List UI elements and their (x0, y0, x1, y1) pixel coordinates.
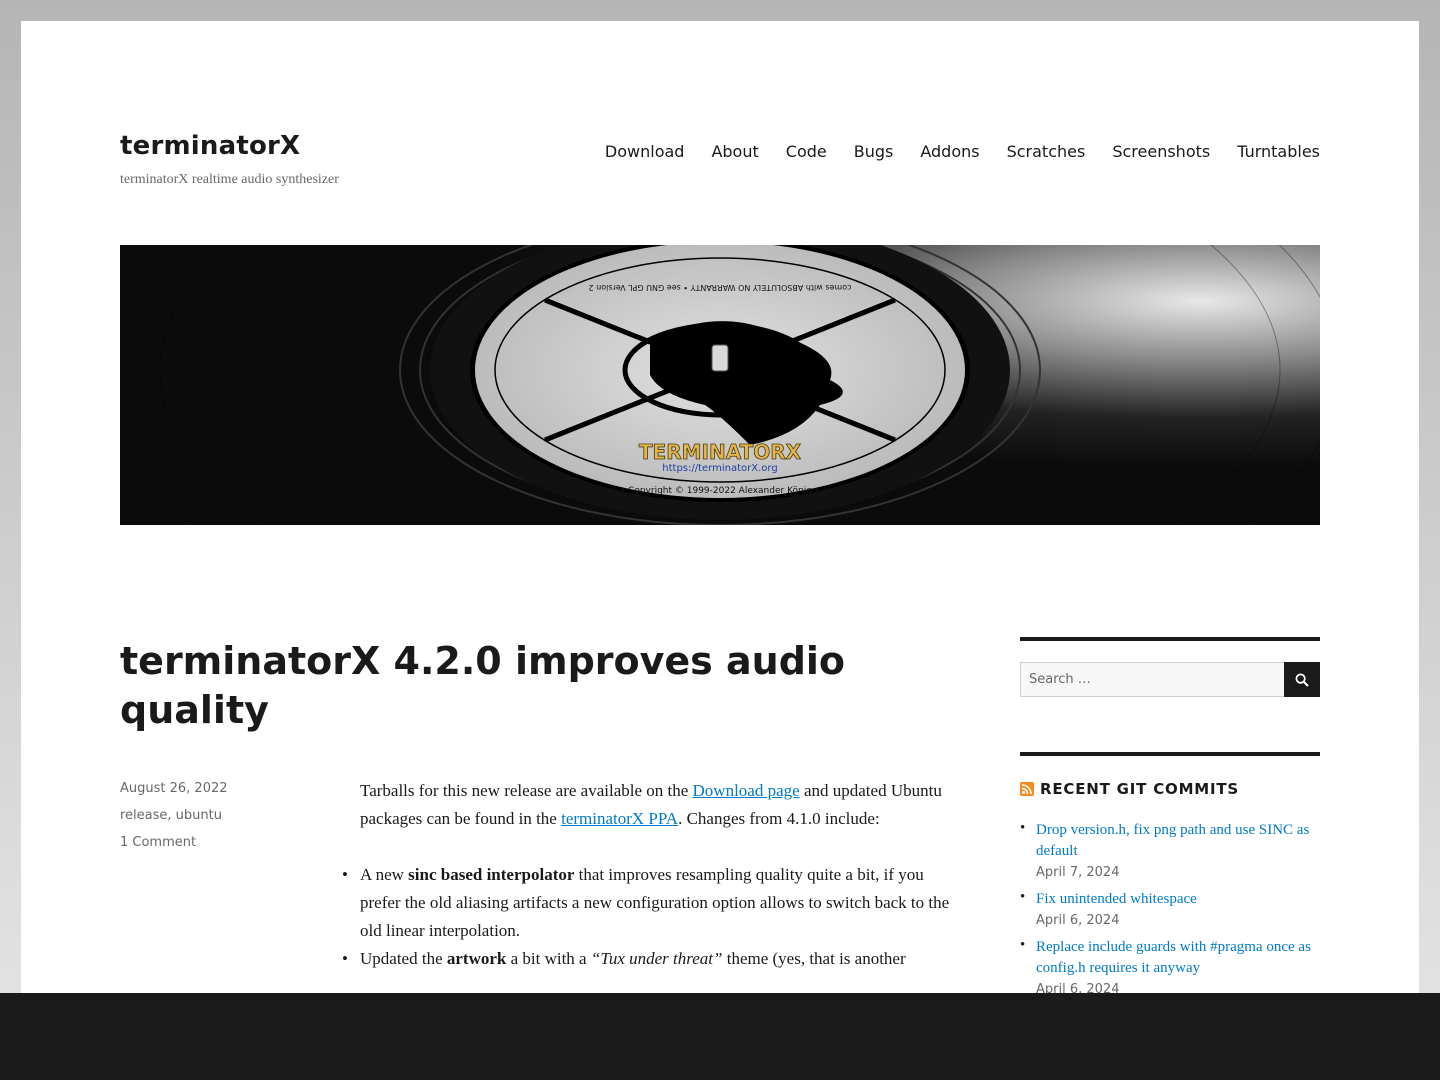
vinyl-record-image: TERMINATORX https://terminatorX.org term… (120, 245, 1320, 525)
main-nav: Download About Code Bugs Addons Scratche… (578, 142, 1320, 161)
search-widget (1020, 637, 1320, 697)
logo-url-text: https://terminatorX.org (662, 463, 777, 474)
nav-item-bugs[interactable]: Bugs (854, 142, 894, 161)
post-date[interactable]: August 26, 2022 (120, 781, 228, 796)
nav-item-code[interactable]: Code (786, 142, 827, 161)
list-item: A new sinc based interpolator that impro… (342, 861, 962, 945)
nav-item-addons[interactable]: Addons (920, 142, 979, 161)
search-input[interactable] (1020, 662, 1284, 697)
nav-item-screenshots[interactable]: Screenshots (1112, 142, 1210, 161)
list-item: Drop version.h, fix png path and use SIN… (1020, 820, 1320, 883)
search-icon (1295, 673, 1309, 687)
commit-date: April 6, 2024 (1036, 913, 1120, 928)
nav-item-turntables[interactable]: Turntables (1237, 142, 1320, 161)
post-content: Tarballs for this new release are availa… (342, 777, 962, 973)
commit-link[interactable]: Replace include guards with #pragma once… (1036, 939, 1311, 976)
bottom-overlay-bar (0, 993, 1440, 1080)
terminatorx-ppa-link[interactable]: terminatorX PPA (561, 809, 678, 828)
nav-item-scratches[interactable]: Scratches (1007, 142, 1086, 161)
list-item: Fix unintended whitespace April 6, 2024 (1020, 889, 1320, 931)
site-title[interactable]: terminatorX (120, 131, 300, 161)
git-commits-widget: Recent Git Commits Drop version.h, fix p… (1020, 752, 1320, 1006)
ring-text: terminatorX • Copyright © 1999-2022 Alex… (563, 486, 877, 496)
search-form (1020, 662, 1320, 697)
logo-text: TERMINATORX (639, 440, 802, 464)
changes-list: A new sinc based interpolator that impro… (342, 861, 962, 973)
nav-item-about[interactable]: About (711, 142, 758, 161)
post-intro: Tarballs for this new release are availa… (360, 781, 942, 828)
header-image[interactable]: TERMINATORX https://terminatorX.org term… (120, 245, 1320, 525)
git-commits-title: Recent Git Commits (1040, 780, 1240, 798)
commit-date: April 7, 2024 (1036, 865, 1120, 880)
ring-text-top: comes with ABSOLUTELY NO WARRANTY • see … (589, 283, 852, 292)
post-categories: release, ubuntu (120, 808, 222, 823)
post-title: terminatorX 4.2.0 improves audio quality (120, 639, 846, 732)
commit-link[interactable]: Fix unintended whitespace (1036, 891, 1197, 907)
widget-title: Recent Git Commits (1020, 780, 1320, 798)
category-release[interactable]: release (120, 808, 167, 823)
nav-item-download[interactable]: Download (605, 142, 685, 161)
page: terminatorX terminatorX realtime audio s… (21, 21, 1419, 1080)
commit-list: Drop version.h, fix png path and use SIN… (1020, 820, 1320, 1000)
post-comments-link[interactable]: 1 Comment (120, 835, 196, 850)
list-item: Replace include guards with #pragma once… (1020, 937, 1320, 1000)
site-description: terminatorX realtime audio synthesizer (120, 172, 339, 187)
post-meta: August 26, 2022 release, ubuntu 1 Commen… (120, 781, 320, 862)
search-button[interactable] (1284, 662, 1320, 697)
category-ubuntu[interactable]: ubuntu (176, 808, 222, 823)
download-page-link[interactable]: Download page (693, 781, 800, 800)
rss-icon[interactable] (1020, 782, 1034, 796)
list-item: Updated the artwork a bit with a “Tux un… (342, 945, 962, 973)
commit-link[interactable]: Drop version.h, fix png path and use SIN… (1036, 822, 1309, 859)
